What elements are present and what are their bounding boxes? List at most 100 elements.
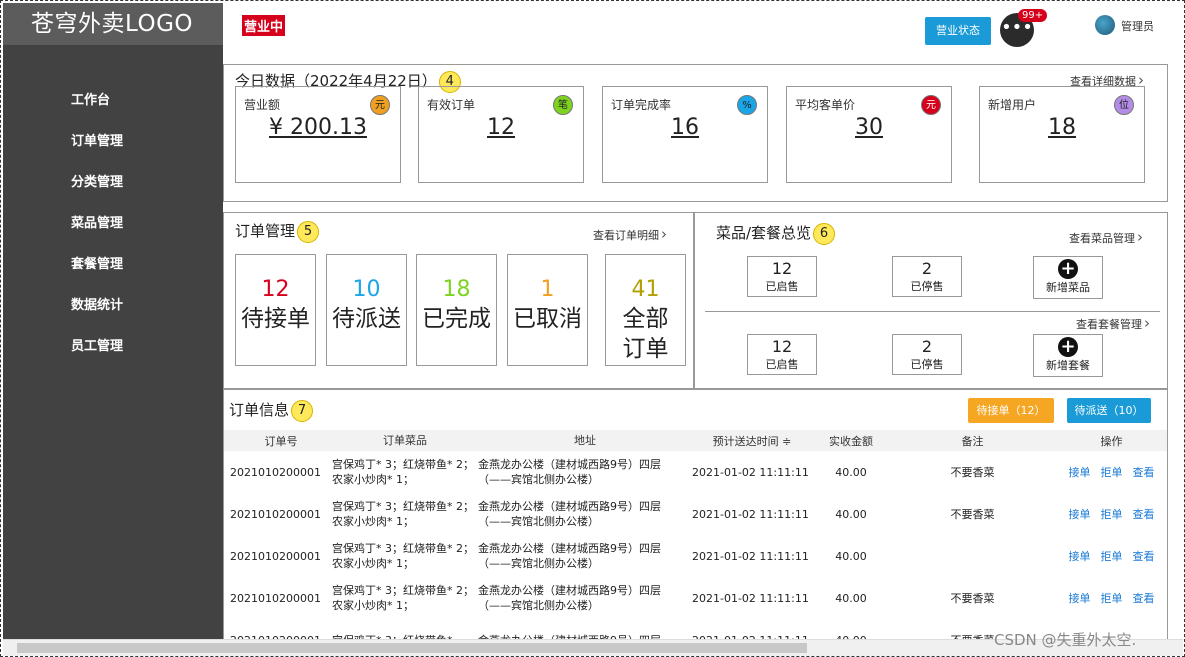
pending-orders-button[interactable]: 待接单（12） xyxy=(968,398,1054,423)
user-name[interactable]: 管理员 xyxy=(1121,18,1154,34)
sidebar-item-workbench[interactable]: 工作台 xyxy=(3,87,223,128)
business-status-button[interactable]: 营业状态 xyxy=(925,17,991,45)
order-amount: 40.00 xyxy=(835,549,867,563)
combo-count: 12 xyxy=(771,337,793,356)
order-id: 2021010200001 xyxy=(230,591,321,605)
column-header: 地址 xyxy=(574,434,596,447)
column-header: 订单菜品 xyxy=(383,434,427,447)
view-order-link[interactable]: 查看 xyxy=(1133,508,1155,521)
accept-order-link[interactable]: 接单 xyxy=(1069,592,1091,605)
order-label: 待接单 xyxy=(241,306,310,332)
message-count-badge: 99+ xyxy=(1018,9,1048,22)
reject-order-link[interactable]: 拒单 xyxy=(1101,508,1123,521)
order-label: 待派送 xyxy=(332,306,401,332)
reject-order-link[interactable]: 拒单 xyxy=(1101,592,1123,605)
stat-value: 30 xyxy=(855,115,883,140)
order-amount: 40.00 xyxy=(835,633,867,641)
percent-icon: % xyxy=(737,95,757,115)
step-marker-5: 5 xyxy=(297,220,320,243)
order-address: 金燕龙办公楼（建材城西路9号）四层（——宾馆北侧办公楼） xyxy=(478,584,661,612)
user-count-icon: 位 xyxy=(1114,95,1134,115)
view-combo-management-link[interactable]: 查看套餐管理 › xyxy=(1076,314,1150,332)
stat-value: 18 xyxy=(1048,115,1076,140)
orders-table: 订单号 订单菜品 地址 预计送达时间 ≑ 实收金额 备注 操作 20210102… xyxy=(224,430,1167,641)
combo-on-sale-card[interactable]: 12 已启售 xyxy=(747,334,817,375)
order-id: 2021010200001 xyxy=(230,633,321,641)
order-card-pending[interactable]: 12 待接单 xyxy=(235,254,316,366)
view-order-details-link[interactable]: 查看订单明细 › xyxy=(593,225,667,243)
sidebar-item-categories[interactable]: 分类管理 xyxy=(3,169,223,210)
column-header-sortable[interactable]: 预计送达时间 ≑ xyxy=(692,430,812,451)
order-time: 2021-01-02 11:11:11 xyxy=(692,507,809,521)
order-card-to-deliver[interactable]: 10 待派送 xyxy=(326,254,407,366)
order-id: 2021010200001 xyxy=(230,549,321,563)
sidebar-item-combos[interactable]: 套餐管理 xyxy=(3,251,223,292)
order-count: 41 xyxy=(631,277,660,302)
order-label: 全部订单 xyxy=(622,306,669,362)
stat-card-completion-rate: 订单完成率 % 16 xyxy=(602,86,768,183)
stat-value: ¥ 200.13 xyxy=(269,115,367,140)
order-count: 18 xyxy=(442,277,471,302)
add-dish-button[interactable]: + 新增菜品 xyxy=(1033,256,1103,299)
order-actions: 接单 拒单 查看 xyxy=(1055,535,1167,577)
reject-order-link[interactable]: 拒单 xyxy=(1101,550,1123,563)
accept-order-link[interactable]: 接单 xyxy=(1069,508,1091,521)
order-actions: 接单 拒单 查看 xyxy=(1055,451,1167,493)
sidebar: 苍穹外卖LOGO 工作台 订单管理 分类管理 菜品管理 套餐管理 数据统计 员工… xyxy=(3,3,223,639)
stat-label: 营业额 xyxy=(244,98,281,112)
order-dishes: 宫保鸡丁* 3；红烧带鱼* 2；农家小炒肉* 1； xyxy=(332,584,474,612)
avatar[interactable] xyxy=(1095,15,1115,35)
stat-value: 16 xyxy=(671,115,699,140)
plus-icon: + xyxy=(1058,337,1078,357)
order-card-all[interactable]: 41 全部订单 xyxy=(605,254,686,366)
combo-off-sale-card[interactable]: 2 已停售 xyxy=(892,334,962,375)
order-card-cancelled[interactable]: 1 已取消 xyxy=(507,254,588,366)
stat-card-avg-price: 平均客单价 元 30 xyxy=(786,86,952,183)
chevron-right-icon: › xyxy=(661,225,667,243)
stat-value: 12 xyxy=(487,115,515,140)
table-row: 2021010200001 宫保鸡丁* 3；红烧带鱼* 2；农家小炒肉* 1； … xyxy=(224,493,1167,535)
order-id: 2021010200001 xyxy=(230,465,321,479)
sidebar-item-orders[interactable]: 订单管理 xyxy=(3,128,223,169)
watermark: CSDN @失重外太空. xyxy=(994,631,1137,649)
yuan-icon: 元 xyxy=(370,95,390,115)
order-amount: 40.00 xyxy=(835,507,867,521)
table-row: 2021010200001 宫保鸡丁* 3；红烧带鱼* 2；农家小炒肉* 1； … xyxy=(224,535,1167,577)
view-combo-management-link-text: 查看套餐管理 xyxy=(1076,318,1142,331)
order-address: 金燕龙办公楼（建材城西路9号）四层（——宾馆北侧办公楼） xyxy=(478,458,661,486)
order-amount: 40.00 xyxy=(835,465,867,479)
combo-status-label: 已启售 xyxy=(765,358,799,371)
view-order-link[interactable]: 查看 xyxy=(1133,550,1155,563)
sidebar-item-employees[interactable]: 员工管理 xyxy=(3,333,223,374)
add-combo-button[interactable]: + 新增套餐 xyxy=(1033,334,1103,377)
order-dishes: 宫保鸡丁* 3；红烧带鱼* xyxy=(332,633,453,641)
reject-order-link[interactable]: 拒单 xyxy=(1101,466,1123,479)
order-info-panel: 订单信息 7 待接单（12） 待派送（10） 订单号 订单菜品 地址 预计送达时间… xyxy=(223,389,1168,641)
accept-order-link[interactable]: 接单 xyxy=(1069,550,1091,563)
sidebar-item-dishes[interactable]: 菜品管理 xyxy=(3,210,223,251)
order-time: 2021-01-02 11:11:11 xyxy=(692,549,809,563)
view-dish-management-link-text: 查看菜品管理 xyxy=(1069,232,1135,245)
column-header: 备注 xyxy=(961,434,984,448)
stat-label: 平均客单价 xyxy=(795,98,856,112)
scrollbar-thumb[interactable] xyxy=(17,643,807,653)
dish-on-sale-card[interactable]: 12 已启售 xyxy=(747,256,817,297)
table-row: 2021010200001 宫保鸡丁* 3；红烧带鱼* 2；农家小炒肉* 1； … xyxy=(224,577,1167,619)
view-order-link[interactable]: 查看 xyxy=(1133,592,1155,605)
order-address: 金燕龙办公楼（建材城西路9号）四层（——宾馆北侧办公楼） xyxy=(478,500,661,528)
order-card-completed[interactable]: 18 已完成 xyxy=(416,254,497,366)
view-order-details-link-text: 查看订单明细 xyxy=(593,229,659,242)
to-deliver-orders-button[interactable]: 待派送（10） xyxy=(1067,398,1151,423)
order-dishes: 宫保鸡丁* 3；红烧带鱼* 2；农家小炒肉* 1； xyxy=(332,542,474,570)
view-dish-management-link[interactable]: 查看菜品管理 › xyxy=(1069,228,1143,246)
order-actions: 接单 拒单 查看 xyxy=(1055,577,1167,619)
accept-order-link[interactable]: 接单 xyxy=(1069,466,1091,479)
order-time: 2021-01-02 11:11:11 xyxy=(692,633,809,641)
sidebar-item-statistics[interactable]: 数据统计 xyxy=(3,292,223,333)
view-order-link[interactable]: 查看 xyxy=(1133,466,1155,479)
stat-label: 新增用户 xyxy=(988,98,1037,112)
stat-label: 有效订单 xyxy=(427,98,476,112)
sidebar-nav: 工作台 订单管理 分类管理 菜品管理 套餐管理 数据统计 员工管理 xyxy=(3,87,223,374)
dish-off-sale-card[interactable]: 2 已停售 xyxy=(892,256,962,297)
order-time: 2021-01-02 11:11:11 xyxy=(692,465,809,479)
